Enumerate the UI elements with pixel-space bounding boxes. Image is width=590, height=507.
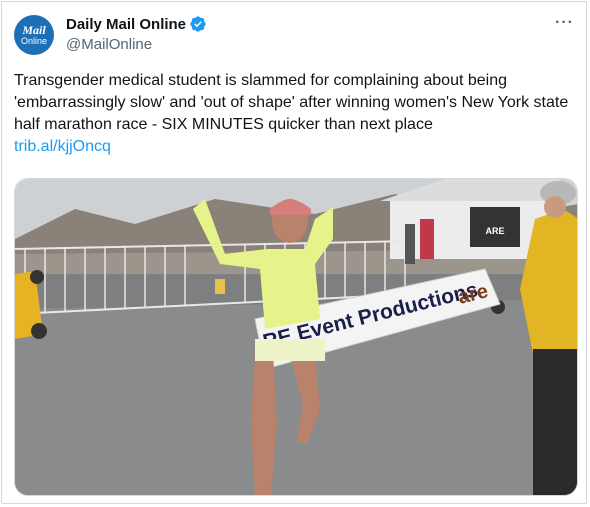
marathon-finish-photo: ARE RE Event Productions are (15, 179, 577, 495)
tweet-card[interactable]: Mail Online Daily Mail Online @MailOnlin… (1, 1, 587, 504)
building-sign-text: ARE (485, 226, 504, 236)
author-handle[interactable]: @MailOnline (66, 36, 152, 53)
tweet-link[interactable]: trib.al/kjjOncq (14, 136, 576, 158)
tweet-text: Transgender medical student is slammed f… (14, 70, 576, 158)
author-name-row: Daily Mail Online (66, 15, 207, 33)
avatar[interactable]: Mail Online (14, 15, 54, 55)
tweet-body: Transgender medical student is slammed f… (14, 72, 569, 133)
tweet-photo[interactable]: ARE RE Event Productions are (14, 178, 578, 496)
avatar-logo-line2: Online (20, 35, 47, 46)
more-options-icon[interactable]: ··· (555, 14, 574, 32)
author-display-name[interactable]: Daily Mail Online (66, 16, 186, 33)
avatar-logo-line1: Mail (22, 22, 46, 37)
verified-badge-icon (190, 16, 206, 32)
